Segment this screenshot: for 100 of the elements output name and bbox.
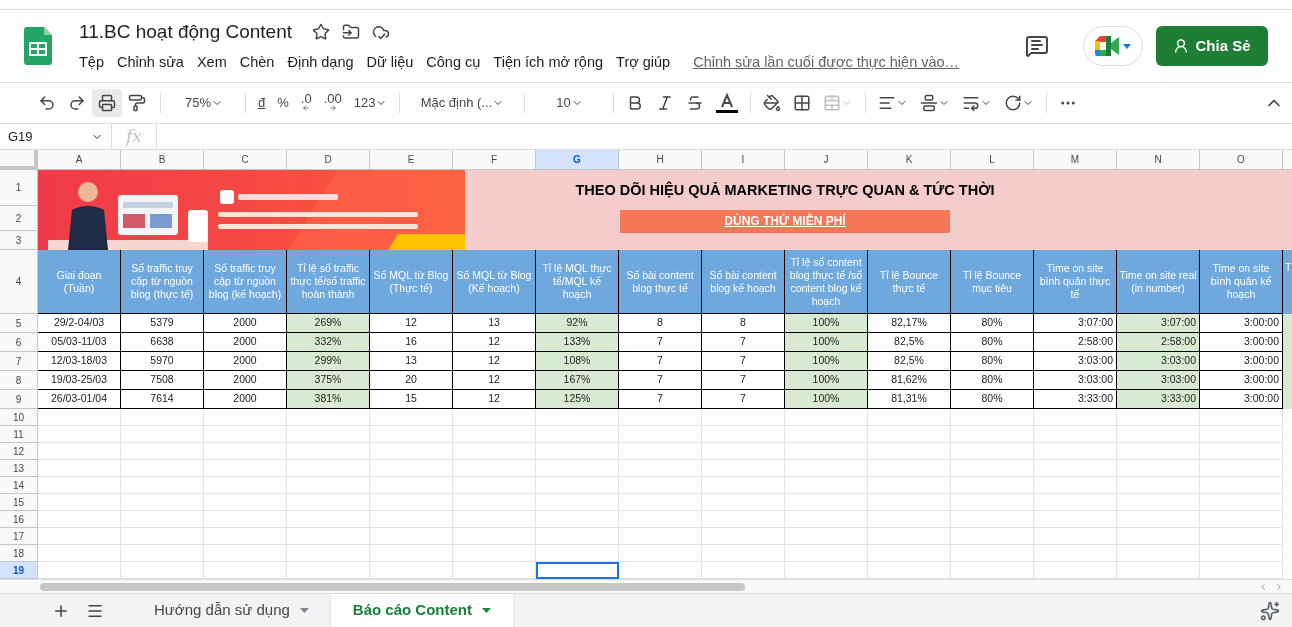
empty-cell[interactable]: [453, 511, 536, 528]
empty-cell[interactable]: [204, 426, 287, 443]
empty-cell[interactable]: [868, 511, 951, 528]
empty-cell[interactable]: [287, 511, 370, 528]
empty-cell[interactable]: [453, 460, 536, 477]
scroll-left-icon[interactable]: [1258, 581, 1268, 592]
empty-cell[interactable]: [121, 528, 204, 545]
empty-cell[interactable]: [287, 426, 370, 443]
column-header[interactable]: M: [1034, 150, 1117, 170]
empty-cell[interactable]: [121, 460, 204, 477]
empty-cell[interactable]: [536, 477, 619, 494]
empty-cell[interactable]: [370, 528, 453, 545]
empty-cell[interactable]: [287, 443, 370, 460]
empty-cell[interactable]: [868, 528, 951, 545]
empty-cell[interactable]: [1200, 460, 1283, 477]
row-header[interactable]: 18: [0, 545, 38, 562]
document-title[interactable]: 11.BC hoạt động Content: [79, 17, 293, 47]
empty-cell[interactable]: [536, 545, 619, 562]
empty-cell[interactable]: [702, 426, 785, 443]
empty-cell[interactable]: [204, 545, 287, 562]
menu-item[interactable]: Công cụ: [426, 52, 481, 75]
empty-cell[interactable]: [121, 409, 204, 426]
empty-cell[interactable]: [619, 460, 702, 477]
empty-cell[interactable]: [453, 426, 536, 443]
empty-cell[interactable]: [702, 528, 785, 545]
row-header[interactable]: 19: [0, 562, 38, 579]
empty-cell[interactable]: [619, 545, 702, 562]
empty-cell[interactable]: [121, 511, 204, 528]
empty-cell[interactable]: [536, 443, 619, 460]
column-header[interactable]: A: [38, 150, 121, 170]
menu-item[interactable]: Định dạng: [287, 52, 354, 75]
empty-cell[interactable]: [951, 426, 1034, 443]
empty-cell[interactable]: [370, 545, 453, 562]
row-header[interactable]: 11: [0, 426, 38, 443]
empty-cell[interactable]: [1117, 528, 1200, 545]
menu-item[interactable]: Tệp: [79, 52, 104, 75]
column-header[interactable]: D: [287, 150, 370, 170]
empty-cell[interactable]: [204, 443, 287, 460]
column-header[interactable]: K: [868, 150, 951, 170]
empty-cell[interactable]: [619, 426, 702, 443]
zoom-dropdown[interactable]: 75%: [169, 89, 239, 117]
empty-cell[interactable]: [204, 460, 287, 477]
empty-cell[interactable]: [1200, 477, 1283, 494]
sheet-tab[interactable]: Báo cáo Content: [330, 594, 514, 627]
empty-cell[interactable]: [453, 477, 536, 494]
empty-cell[interactable]: [619, 477, 702, 494]
empty-cell[interactable]: [536, 426, 619, 443]
empty-cell[interactable]: [1117, 511, 1200, 528]
row-header[interactable]: 15: [0, 494, 38, 511]
empty-cell[interactable]: [785, 460, 868, 477]
empty-cell[interactable]: [287, 494, 370, 511]
empty-cell[interactable]: [1117, 494, 1200, 511]
empty-cell[interactable]: [121, 545, 204, 562]
menu-item[interactable]: Tiện ích mở rộng: [493, 52, 604, 75]
empty-cell[interactable]: [370, 494, 453, 511]
menu-item[interactable]: Dữ liệu: [366, 52, 414, 75]
empty-cell[interactable]: [785, 528, 868, 545]
column-header[interactable]: N: [1117, 150, 1200, 170]
empty-cell[interactable]: [370, 477, 453, 494]
cloud-check-icon[interactable]: [372, 23, 391, 42]
empty-cell[interactable]: [702, 409, 785, 426]
column-header[interactable]: L: [951, 150, 1034, 170]
row-header[interactable]: 1: [0, 170, 38, 206]
empty-cell[interactable]: [287, 460, 370, 477]
row-header[interactable]: 10: [0, 409, 38, 426]
empty-cell[interactable]: [951, 528, 1034, 545]
empty-cell[interactable]: [1034, 460, 1117, 477]
empty-cell[interactable]: [951, 494, 1034, 511]
increase-decimal-button[interactable]: .00: [317, 89, 348, 117]
empty-cell[interactable]: [619, 494, 702, 511]
empty-cell[interactable]: [121, 477, 204, 494]
empty-cell[interactable]: [951, 545, 1034, 562]
empty-cell[interactable]: [287, 409, 370, 426]
currency-button[interactable]: đ: [252, 89, 272, 117]
empty-cell[interactable]: [619, 409, 702, 426]
empty-cell[interactable]: [370, 511, 453, 528]
comment-icon[interactable]: [1025, 34, 1049, 58]
empty-cell[interactable]: [785, 426, 868, 443]
empty-cell[interactable]: [121, 494, 204, 511]
row-header[interactable]: 17: [0, 528, 38, 545]
explore-icon[interactable]: [1260, 600, 1280, 621]
menu-item[interactable]: Xem: [196, 52, 227, 75]
decrease-decimal-button[interactable]: .0: [294, 89, 318, 117]
empty-cell[interactable]: [868, 460, 951, 477]
empty-cell[interactable]: [1034, 494, 1117, 511]
empty-cell[interactable]: [951, 477, 1034, 494]
empty-cell[interactable]: [785, 443, 868, 460]
empty-cell[interactable]: [453, 443, 536, 460]
column-header[interactable]: E: [370, 150, 453, 170]
empty-cell[interactable]: [785, 494, 868, 511]
empty-cell[interactable]: [951, 460, 1034, 477]
empty-cell[interactable]: [536, 511, 619, 528]
empty-cell[interactable]: [453, 528, 536, 545]
empty-cell[interactable]: [370, 409, 453, 426]
empty-cell[interactable]: [702, 494, 785, 511]
empty-cell[interactable]: [1034, 477, 1117, 494]
empty-cell[interactable]: [702, 443, 785, 460]
empty-cell[interactable]: [868, 494, 951, 511]
row-header[interactable]: 8: [0, 371, 38, 390]
menu-item[interactable]: Chỉnh sửa: [117, 52, 184, 75]
